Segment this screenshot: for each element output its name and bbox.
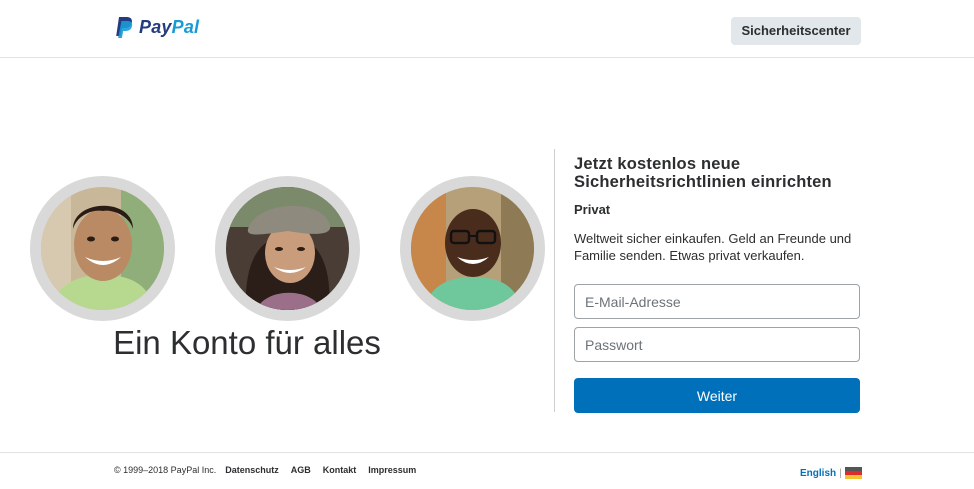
footer-link-agb[interactable]: AGB xyxy=(291,465,311,475)
security-center-button[interactable]: Sicherheitscenter xyxy=(731,17,861,45)
hero-headline: Ein Konto für alles xyxy=(113,324,381,361)
account-type-label: Privat xyxy=(574,202,611,217)
paypal-logo[interactable]: PayPal xyxy=(114,15,199,39)
language-separator: | xyxy=(839,467,842,479)
footer-links: © 1999–2018 PayPal Inc. Datenschutz AGB … xyxy=(114,465,428,475)
footer-link-kontakt[interactable]: Kontakt xyxy=(323,465,357,475)
avatar-woman-hat xyxy=(215,176,360,321)
account-description: Weltweit sicher einkaufen. Geld an Freun… xyxy=(574,231,852,263)
header: PayPal Sicherheitscenter xyxy=(0,0,974,58)
logo-pal: Pal xyxy=(171,16,200,37)
signup-title: Jetzt kostenlos neue Sicherheitsrichtlin… xyxy=(574,155,832,191)
paypal-logo-icon xyxy=(116,17,133,38)
portrait-man-glasses-image xyxy=(411,187,534,310)
avatar-man-smiling xyxy=(30,176,175,321)
portrait-man-smiling-image xyxy=(41,187,164,310)
language-selector: English | xyxy=(800,467,862,479)
language-english-link[interactable]: English xyxy=(800,468,836,479)
portrait-woman-hat-image xyxy=(226,187,349,310)
paypal-wordmark: PayPal xyxy=(139,17,199,38)
footer: © 1999–2018 PayPal Inc. Datenschutz AGB … xyxy=(0,452,974,489)
continue-button[interactable]: Weiter xyxy=(574,378,860,413)
password-field[interactable] xyxy=(574,327,860,362)
vertical-divider xyxy=(554,149,555,412)
german-flag-icon[interactable] xyxy=(844,467,862,479)
footer-link-datenschutz[interactable]: Datenschutz xyxy=(225,465,279,475)
copyright-text: © 1999–2018 PayPal Inc. xyxy=(114,465,217,475)
logo-pay: Pay xyxy=(139,16,172,37)
footer-link-impressum[interactable]: Impressum xyxy=(368,465,416,475)
email-field[interactable] xyxy=(574,284,860,319)
avatar-man-glasses xyxy=(400,176,545,321)
